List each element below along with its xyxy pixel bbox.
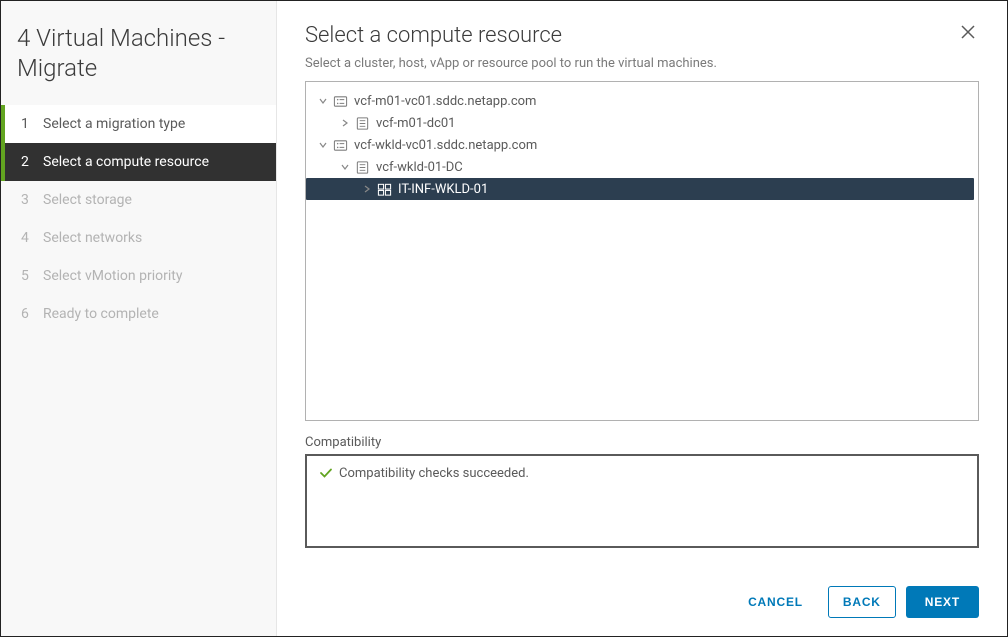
tree-node-label: vcf-wkld-01-DC [376,160,463,175]
step-number: 2 [21,154,31,170]
wizard-step-5: 5 Select vMotion priority [1,257,276,295]
step-label: Ready to complete [43,306,159,322]
next-button[interactable]: NEXT [906,586,979,618]
tree-node-label: vcf-m01-vc01.sddc.netapp.com [354,94,536,109]
wizard-sidebar: 4 Virtual Machines - Migrate 1 Select a m… [1,1,277,636]
tree-node[interactable]: vcf-m01-vc01.sddc.netapp.com [306,90,978,112]
close-icon [961,25,975,39]
compatibility-panel: Compatibility checks succeeded. [305,454,979,548]
chevron-down-icon[interactable] [338,160,352,174]
step-number: 4 [21,230,31,246]
compatibility-message: Compatibility checks succeeded. [339,466,529,481]
chevron-down-icon[interactable] [316,138,330,152]
wizard-step-6: 6 Ready to complete [1,295,276,333]
vcenter-icon [332,93,348,109]
step-number: 5 [21,268,31,284]
check-icon [319,466,333,480]
wizard-main: Select a compute resource Select a clust… [277,1,1007,636]
step-label: Select vMotion priority [43,268,182,284]
wizard-title: 4 Virtual Machines - Migrate [1,23,276,105]
tree-node[interactable]: vcf-wkld-01-DC [306,156,978,178]
compatibility-label: Compatibility [305,435,979,450]
datacenter-icon [354,159,370,175]
step-number: 3 [21,192,31,208]
wizard-step-3: 3 Select storage [1,181,276,219]
step-number: 1 [21,116,31,132]
step-label: Select a migration type [43,116,185,132]
wizard-footer: CANCEL BACK NEXT [305,568,979,618]
resource-tree[interactable]: vcf-m01-vc01.sddc.netapp.com vcf-m01-dc01… [306,90,978,200]
back-button[interactable]: BACK [828,586,896,618]
tree-node[interactable]: vcf-m01-dc01 [306,112,978,134]
vcenter-icon [332,137,348,153]
step-label: Select a compute resource [43,154,209,170]
close-button[interactable] [957,23,979,41]
page-subtitle: Select a cluster, host, vApp or resource… [305,56,979,71]
tree-node-label: vcf-wkld-vc01.sddc.netapp.com [354,138,537,153]
resource-tree-container: vcf-m01-vc01.sddc.netapp.com vcf-m01-dc01… [305,81,979,421]
datacenter-icon [354,115,370,131]
step-number: 6 [21,306,31,322]
tree-node[interactable]: vcf-wkld-vc01.sddc.netapp.com [306,134,978,156]
page-title: Select a compute resource [305,23,562,48]
tree-node-label: IT-INF-WKLD-01 [398,182,488,197]
chevron-right-icon[interactable] [360,182,374,196]
step-label: Select networks [43,230,142,246]
step-label: Select storage [43,192,132,208]
tree-node-label: vcf-m01-dc01 [376,116,456,131]
tree-node[interactable]: IT-INF-WKLD-01 [306,178,974,200]
wizard-step-1[interactable]: 1 Select a migration type [1,105,276,143]
chevron-down-icon[interactable] [316,94,330,108]
cancel-button[interactable]: CANCEL [733,586,818,618]
cluster-icon [376,181,392,197]
wizard-step-2[interactable]: 2 Select a compute resource [1,143,276,181]
chevron-right-icon[interactable] [338,116,352,130]
wizard-step-4: 4 Select networks [1,219,276,257]
